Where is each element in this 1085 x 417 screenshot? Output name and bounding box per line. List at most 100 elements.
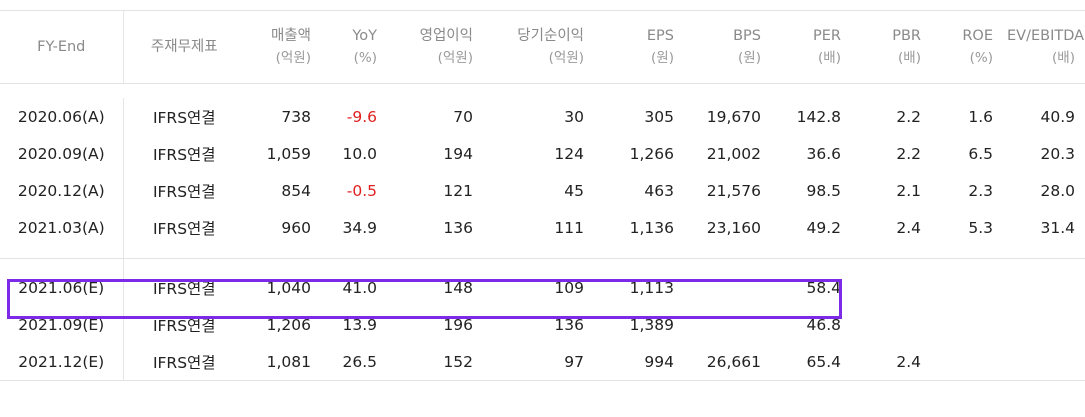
cell-ev-ebitda (1003, 306, 1085, 343)
table-row: 2021.03(A) IFRS연결 960 34.9 136 111 1,136 23,160… (0, 209, 1085, 246)
cell-net-income: 136 (554, 315, 584, 334)
cell-fy-end: 2021.12(E) (0, 343, 123, 381)
cell-revenue: 854 (281, 181, 311, 200)
cell-pbr: 2.2 (896, 107, 921, 126)
header-fy-end: FY-End (0, 10, 123, 84)
gap-cell (122, 258, 1085, 269)
gap-cell (0, 259, 123, 270)
cell-main-statement: IFRS연결 (122, 306, 245, 343)
cell-ev-ebitda (1003, 269, 1085, 306)
separator-cell (122, 246, 1085, 259)
cell-eps: 994 (594, 343, 684, 381)
cell-eps: 305 (644, 107, 674, 126)
cell-fy-end: 2021.09(E) (18, 315, 105, 334)
section-gap (0, 258, 1085, 270)
section-separator (0, 246, 1085, 259)
cell-yoy: 13.9 (342, 315, 377, 334)
cell-net-income: 111 (554, 218, 584, 237)
cell-net-income: 30 (564, 107, 584, 126)
cell-per: 142.8 (796, 107, 841, 126)
cell-operating-profit: 194 (443, 144, 473, 163)
cell-yoy: 41.0 (342, 278, 377, 297)
cell-main-statement: IFRS연결 (122, 343, 245, 381)
cell-revenue: 1,040 (266, 278, 311, 297)
cell-net-income: 97 (483, 343, 594, 381)
table-row: 2020.12(A) IFRS연결 854 -0.5 121 45 463 21,576 98.… (0, 172, 1085, 209)
table-row: 2021.06(E) IFRS연결 1,040 41.0 148 109 1,113 58.4 (0, 269, 1085, 306)
cell-bps (684, 306, 771, 343)
cell-per: 65.4 (771, 343, 851, 381)
financial-summary-table: FY-End 주재무제표 매출액 (억원) YoY (%) 영업이익 (억원) … (0, 10, 1085, 381)
cell-yoy: 26.5 (321, 343, 387, 381)
cell-operating-profit: 152 (387, 343, 483, 381)
header-net-income: 당기순이익 (억원) (483, 10, 594, 84)
cell-bps: 26,661 (684, 343, 771, 381)
spacer-row (0, 84, 1085, 99)
cell-main-statement: IFRS연결 (122, 172, 245, 209)
cell-yoy: -0.5 (346, 181, 377, 200)
header-roe: ROE (%) (931, 10, 1003, 84)
cell-per: 36.6 (806, 144, 841, 163)
cell-yoy: 10.0 (342, 144, 377, 163)
cell-main-statement: IFRS연결 (122, 209, 245, 246)
cell-roe: 5.3 (968, 218, 993, 237)
cell-ev-ebitda: 31.4 (1040, 218, 1075, 237)
header-bps: BPS (원) (684, 10, 771, 84)
cell-operating-profit: 148 (443, 278, 473, 297)
header-pbr: PBR (배) (851, 10, 931, 84)
cell-pbr: 2.4 (851, 343, 931, 381)
cell-operating-profit: 121 (443, 181, 473, 200)
cell-ev-ebitda: 20.3 (1040, 144, 1075, 163)
cell-ev-ebitda: 28.0 (1040, 181, 1075, 200)
cell-main-statement: IFRS연결 (122, 135, 245, 172)
separator-cell (0, 246, 123, 259)
cell-roe: 2.3 (968, 181, 993, 200)
cell-roe (931, 343, 1003, 381)
header-ev-ebitda: EV/EBITDA (배) (1003, 10, 1085, 84)
cell-operating-profit: 70 (453, 107, 473, 126)
cell-eps: 1,389 (629, 315, 674, 334)
cell-bps: 21,002 (706, 144, 761, 163)
cell-fy-end: 2020.09(A) (17, 144, 105, 163)
cell-eps: 1,136 (629, 218, 674, 237)
cell-bps: 21,576 (706, 181, 761, 200)
cell-fy-end: 2021.03(A) (17, 218, 105, 237)
cell-roe: 1.6 (968, 107, 993, 126)
cell-roe: 6.5 (968, 144, 993, 163)
cell-eps: 1,113 (629, 278, 674, 297)
cell-operating-profit: 136 (443, 218, 473, 237)
cell-revenue: 1,081 (245, 343, 321, 381)
cell-pbr: 2.1 (896, 181, 921, 200)
cell-revenue: 738 (281, 107, 311, 126)
header-revenue: 매출액 (억원) (245, 10, 321, 84)
cell-roe (931, 269, 1003, 306)
cell-per: 58.4 (806, 278, 841, 297)
cell-revenue: 960 (281, 218, 311, 237)
cell-eps: 1,266 (629, 144, 674, 163)
cell-roe (931, 306, 1003, 343)
cell-net-income: 124 (554, 144, 584, 163)
cell-fy-end: 2021.06(E) (18, 278, 105, 297)
cell-pbr: 2.2 (896, 144, 921, 163)
header-yoy: YoY (%) (321, 10, 387, 84)
cell-revenue: 1,206 (266, 315, 311, 334)
table-body: 2020.06(A) IFRS연결 738 -9.6 70 30 305 19,670 142.… (0, 84, 1085, 381)
cell-ev-ebitda: 40.9 (1040, 107, 1075, 126)
header-operating-profit: 영업이익 (억원) (387, 10, 483, 84)
header-main-statement: 주재무제표 (122, 10, 245, 84)
cell-per: 46.8 (806, 315, 841, 334)
cell-per: 49.2 (806, 218, 841, 237)
cell-pbr: 2.4 (896, 218, 921, 237)
header-eps: EPS (원) (594, 10, 684, 84)
cell-revenue: 1,059 (266, 144, 311, 163)
cell-yoy: 34.9 (342, 218, 377, 237)
cell-fy-end: 2020.06(A) (17, 107, 105, 126)
cell-pbr (851, 306, 931, 343)
cell-net-income: 45 (564, 181, 584, 200)
header-per: PER (배) (771, 10, 851, 84)
table-row: 2020.09(A) IFRS연결 1,059 10.0 194 124 1,266 21,0… (0, 135, 1085, 172)
cell-main-statement: IFRS연결 (122, 98, 245, 135)
cell-fy-end: 2020.12(A) (17, 181, 105, 200)
cell-operating-profit: 196 (443, 315, 473, 334)
cell-per: 98.5 (806, 181, 841, 200)
